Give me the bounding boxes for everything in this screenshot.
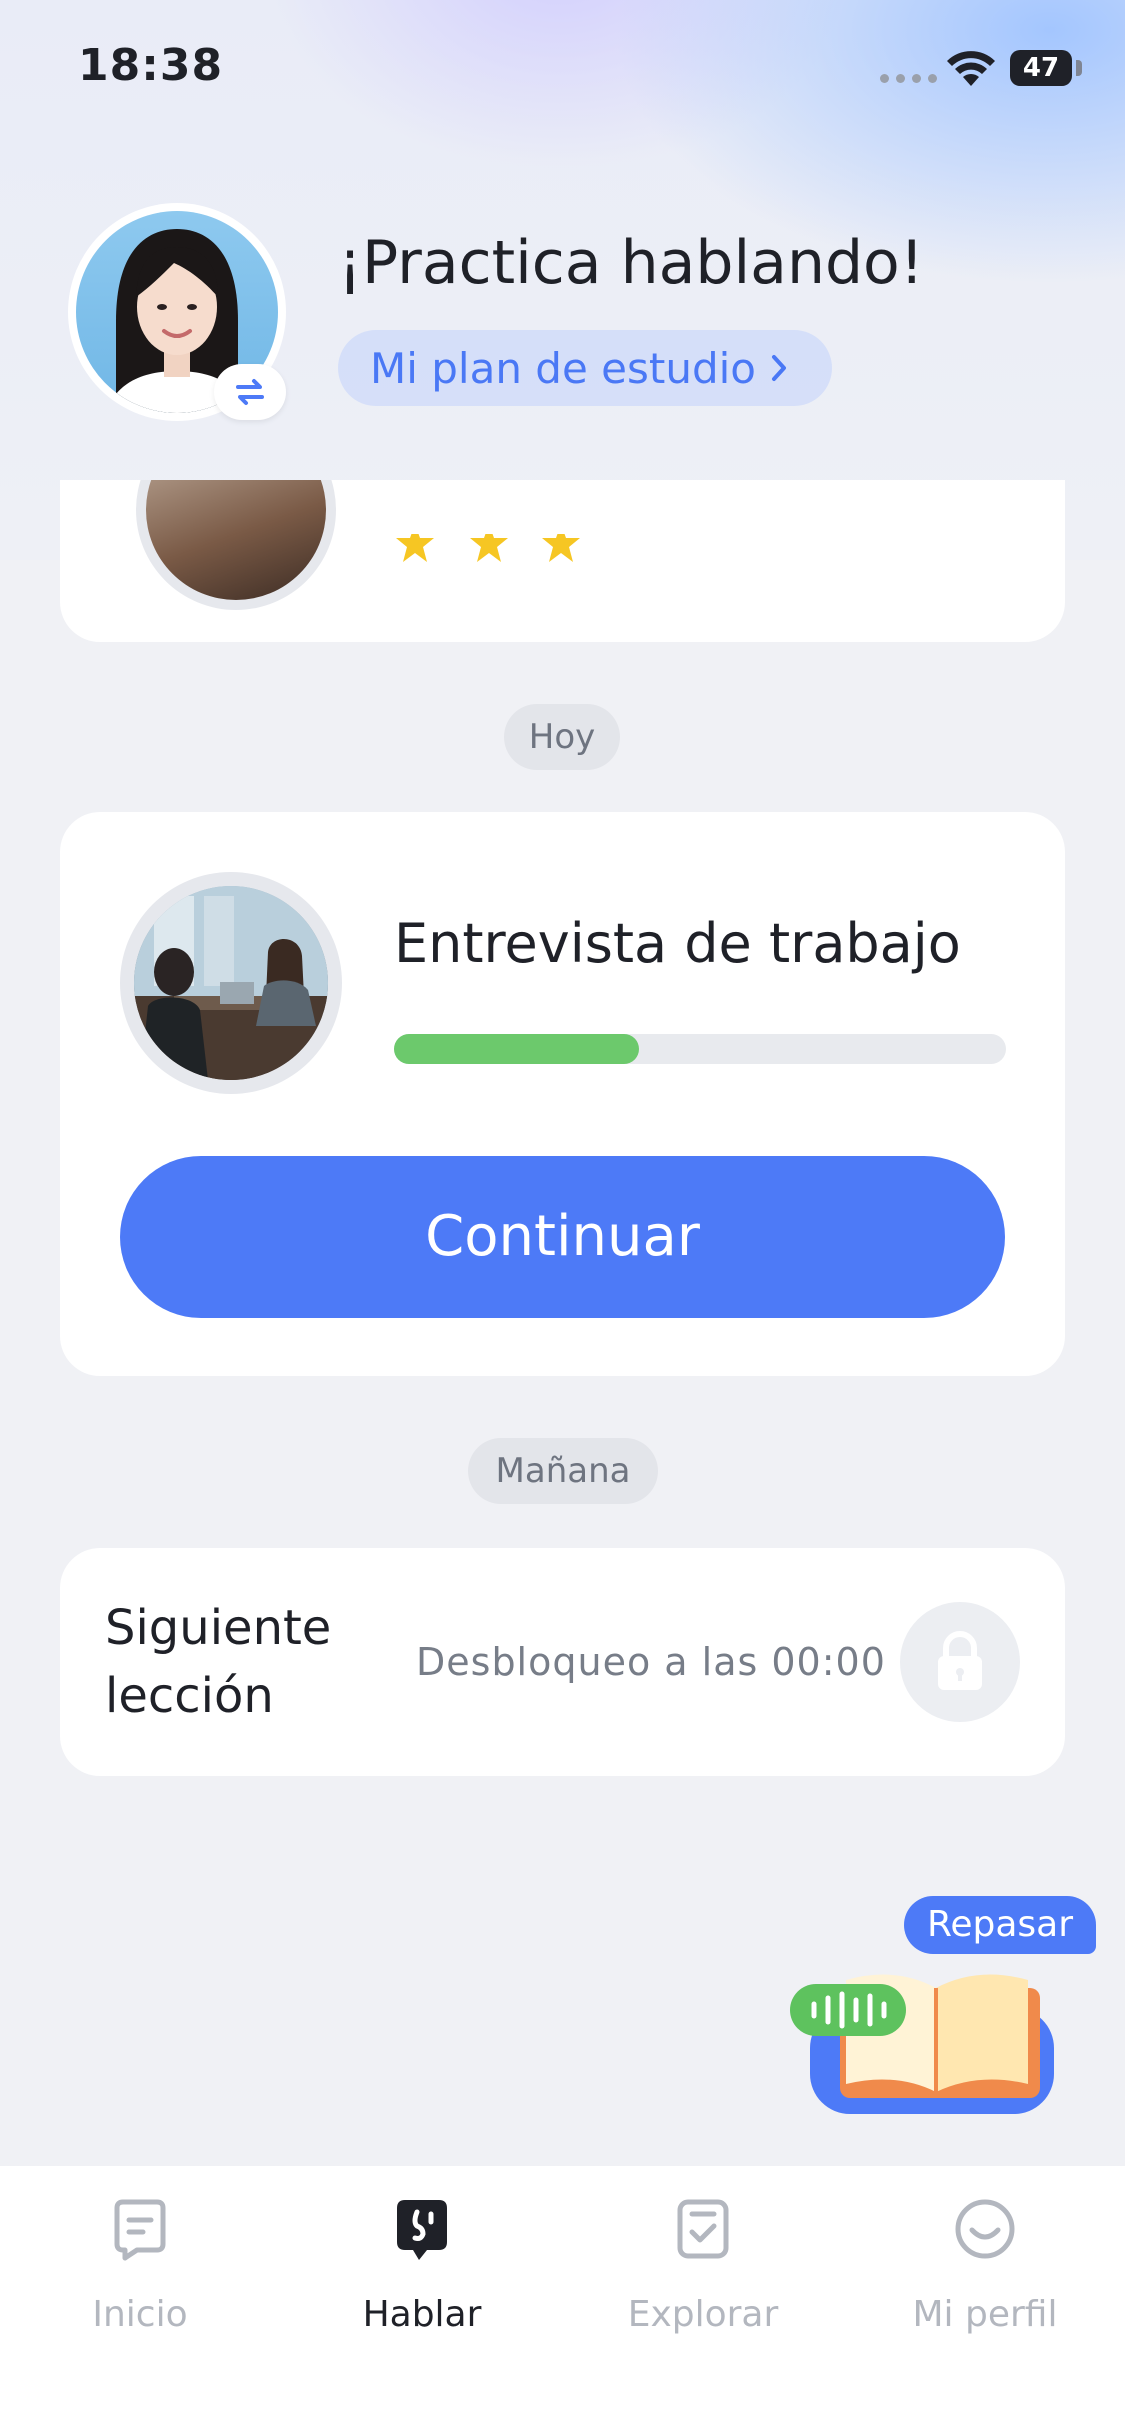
unlock-time-text: Desbloqueo a las 00:00 bbox=[416, 1640, 886, 1684]
checklist-icon bbox=[677, 2199, 729, 2259]
lesson-image bbox=[120, 872, 342, 1094]
page-title: ¡Practica hablando! bbox=[338, 228, 924, 298]
bottom-tab-bar: Inicio Hablar Explorar Mi perfil bbox=[0, 2166, 1125, 2436]
star-icon bbox=[542, 534, 580, 562]
tab-label-inicio: Inicio bbox=[92, 2294, 188, 2335]
section-label-today: Hoy bbox=[504, 704, 620, 770]
tab-label-explorar: Explorar bbox=[627, 2294, 779, 2335]
cellular-signal-icon bbox=[880, 74, 937, 83]
battery-level: 47 bbox=[1022, 53, 1060, 83]
review-widget[interactable]: Repasar bbox=[784, 1896, 1096, 2118]
status-time: 18:38 bbox=[78, 40, 224, 91]
star-icon bbox=[396, 534, 434, 562]
lesson-title: Entrevista de trabajo bbox=[394, 912, 961, 975]
tab-inicio[interactable]: Inicio bbox=[40, 2196, 240, 2336]
lesson-progress-bar bbox=[394, 1034, 1006, 1064]
battery-tip bbox=[1076, 60, 1082, 76]
next-lesson-card: Siguiente lección Desbloqueo a las 00:00 bbox=[60, 1548, 1065, 1776]
smiley-icon bbox=[955, 2199, 1015, 2259]
tab-label-mi-perfil: Mi perfil bbox=[912, 2294, 1058, 2335]
swap-arrows-icon bbox=[236, 379, 264, 405]
speech-bubble-icon bbox=[397, 2200, 447, 2260]
tab-mi-perfil[interactable]: Mi perfil bbox=[885, 2196, 1085, 2336]
tab-hablar[interactable]: Hablar bbox=[322, 2196, 522, 2336]
lock-icon bbox=[938, 1631, 982, 1690]
study-plan-label: Mi plan de estudio bbox=[370, 343, 756, 393]
tab-explorar[interactable]: Explorar bbox=[603, 2196, 803, 2336]
notes-icon bbox=[114, 2199, 166, 2261]
previous-lesson-image bbox=[136, 480, 336, 610]
locked-button[interactable] bbox=[900, 1602, 1020, 1722]
star-icon bbox=[470, 534, 508, 562]
chevron-right-icon bbox=[771, 355, 786, 381]
wifi-icon bbox=[947, 51, 995, 86]
lesson-progress-fill bbox=[394, 1034, 639, 1064]
next-lesson-title: Siguiente lección bbox=[105, 1600, 332, 1724]
tab-label-hablar: Hablar bbox=[362, 2294, 482, 2335]
study-plan-link[interactable]: Mi plan de estudio bbox=[338, 330, 832, 406]
battery-icon: 47 bbox=[1010, 50, 1072, 86]
today-lesson-card: Entrevista de trabajo Continuar bbox=[60, 812, 1065, 1376]
continue-button[interactable]: Continuar bbox=[120, 1156, 1005, 1318]
previous-lesson-card[interactable] bbox=[60, 480, 1065, 642]
review-label: Repasar bbox=[904, 1896, 1096, 1954]
job-interview-illustration bbox=[134, 886, 328, 1080]
swap-tutor-button[interactable] bbox=[214, 364, 286, 420]
status-bar: 18:38 47 bbox=[0, 0, 1125, 140]
section-label-tomorrow: Mañana bbox=[468, 1438, 658, 1504]
